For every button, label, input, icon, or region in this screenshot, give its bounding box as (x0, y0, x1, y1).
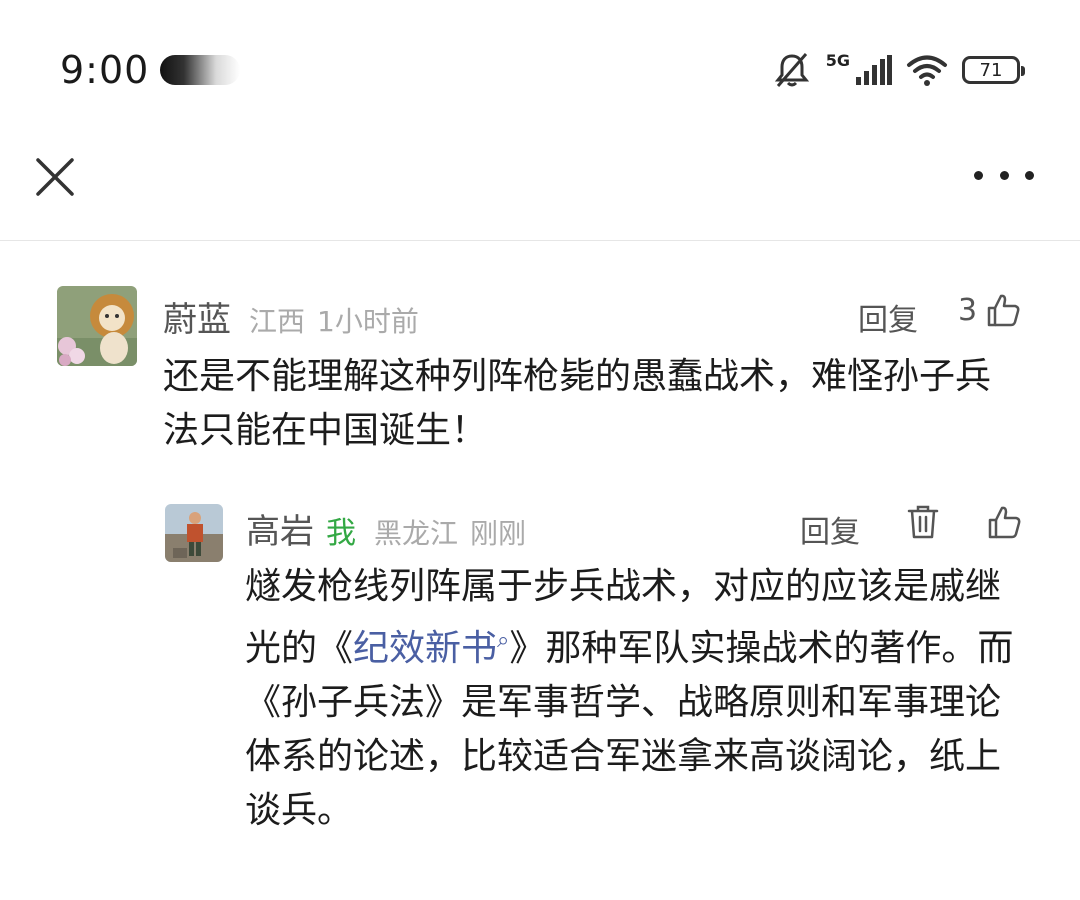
like-button[interactable] (986, 504, 1022, 540)
more-options-button[interactable] (974, 160, 1034, 190)
username[interactable]: 高岩 (246, 504, 314, 553)
like-count: 3 (958, 292, 978, 328)
book-link[interactable]: 纪效新书⌕ (353, 628, 509, 669)
location: 江西 (249, 305, 306, 338)
thumbs-up-icon (988, 506, 1021, 539)
network-label: 5G (825, 50, 850, 70)
lion-cat-avatar-image (57, 286, 137, 366)
timestamp: 1小时前 (317, 305, 419, 338)
reply-button[interactable]: 回复 (858, 295, 918, 339)
status-icons: 5G 71 (772, 50, 1025, 90)
more-dot-icon (1025, 170, 1034, 180)
trash-icon (907, 505, 939, 539)
hiker-avatar-image (165, 504, 223, 562)
timestamp: 刚刚 (470, 517, 527, 550)
reply-label: 回复 (858, 303, 918, 338)
thumbs-up-icon (987, 294, 1020, 327)
comment-text: 还是不能理解这种列阵枪毙的愚蠢战术，难怪孙子兵法只能在中国诞生！ (163, 356, 992, 451)
search-icon: ⌕ (497, 628, 510, 653)
status-time: 9:00 (60, 48, 150, 92)
username[interactable]: 蔚蓝 (163, 292, 231, 341)
close-icon (36, 158, 74, 196)
battery-level: 71 (979, 59, 1003, 81)
mute-bell-icon (774, 53, 809, 87)
status-bar: 9:00 5G 71 (0, 0, 1080, 140)
location: 黑龙江 (374, 517, 459, 550)
battery-indicator: 71 (962, 56, 1025, 84)
reply-meta: 高岩 我 黑龙江 刚刚 (246, 504, 526, 553)
delete-button[interactable] (906, 504, 940, 540)
reply-comment: 高岩 我 黑龙江 刚刚 回复 燧发枪线列阵属于步兵战术，对应的应该是戚继光的《纪… (0, 490, 1080, 890)
status-notification-blur (160, 55, 240, 85)
wifi-icon (907, 55, 947, 86)
me-badge: 我 (326, 516, 356, 551)
signal-bars-icon (856, 55, 892, 85)
like-button[interactable]: 3 (958, 292, 1021, 328)
reply-text: 燧发枪线列阵属于步兵战术，对应的应该是戚继光的《纪效新书⌕》那种军队实操战术的著… (245, 560, 1020, 838)
reply-button[interactable]: 回复 (800, 507, 860, 551)
comment: 蔚蓝 江西 1小时前 回复 3 还是不能理解这种列阵枪毙的愚蠢战术，难怪孙子兵法… (0, 240, 1080, 480)
top-nav (0, 140, 1080, 241)
avatar[interactable] (165, 504, 223, 562)
avatar[interactable] (57, 286, 137, 366)
close-button[interactable] (30, 152, 80, 202)
more-dot-icon (974, 170, 983, 180)
more-dot-icon (999, 170, 1009, 180)
book-link-label: 纪效新书 (353, 628, 498, 669)
reply-label: 回复 (800, 515, 860, 550)
comment-meta: 蔚蓝 江西 1小时前 (163, 292, 419, 341)
